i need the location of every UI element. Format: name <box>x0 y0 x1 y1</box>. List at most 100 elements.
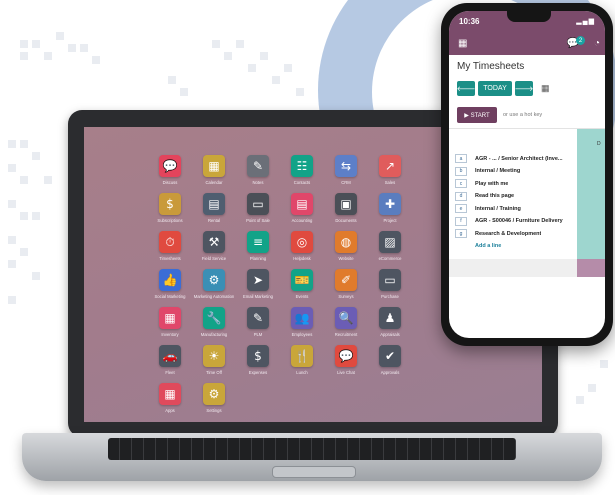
background-pixel <box>44 52 52 60</box>
appraisal-icon: ♟ <box>379 307 401 329</box>
background-pixel <box>32 40 40 48</box>
timesheet-row[interactable]: b Internal / Meeting <box>455 166 577 177</box>
timesheet-row[interactable]: c Play with me <box>455 178 577 189</box>
app-label: Time Off <box>206 370 222 375</box>
background-pixel <box>20 140 28 148</box>
page-title: My Timesheets <box>457 61 525 72</box>
puzzle-icon: ✚ <box>379 193 401 215</box>
activity-clock-icon[interactable]: ◔ <box>594 38 600 49</box>
start-button[interactable]: ▶ START <box>457 107 497 123</box>
app-label: Purchase <box>381 294 399 299</box>
background-pixel <box>180 88 188 96</box>
gear-icon: ⚙ <box>203 269 225 291</box>
app-label: Appraisals <box>380 332 400 337</box>
timesheet-row[interactable]: f AGR - S00046 / Furniture Delivery <box>455 216 577 227</box>
app-label: Expenses <box>248 370 268 375</box>
background-pixel <box>68 44 76 52</box>
app-tile-approvals[interactable]: ✔ Approvals <box>360 345 420 389</box>
timesheet-task-label: Play with me <box>475 180 509 187</box>
background-pixel <box>600 360 608 368</box>
handshake-icon: ⇆ <box>335 155 357 177</box>
app-label: Approvals <box>380 370 400 375</box>
app-label: Email Marketing <box>242 294 274 299</box>
app-label: Inventory <box>161 332 179 337</box>
note-icon: ✎ <box>247 155 269 177</box>
background-pixel <box>8 200 16 208</box>
pos-icon: ▭ <box>247 193 269 215</box>
grid-menu-icon[interactable]: ▦ <box>458 38 467 49</box>
app-label: Subscriptions <box>157 218 183 223</box>
rental-icon: ▤ <box>203 193 225 215</box>
hotkey-badge: g <box>455 229 467 238</box>
hotkey-badge: e <box>455 204 467 213</box>
background-pixel <box>56 32 64 40</box>
thumbs-up-icon: 👍 <box>159 269 181 291</box>
app-label: Notes <box>252 180 264 185</box>
wrench-icon: 🔧 <box>203 307 225 329</box>
hotkey-badge: c <box>455 179 467 188</box>
background-pixel <box>260 52 268 60</box>
timesheet-task-label: AGR - ... / Senior Architect (Inve... <box>475 155 563 162</box>
background-pixel <box>236 40 244 48</box>
background-pixel <box>44 176 52 184</box>
expenses-icon: $ <box>247 345 269 367</box>
background-pixel <box>20 248 28 256</box>
background-pixel <box>576 396 584 404</box>
background-pixel <box>272 76 280 84</box>
background-pixel <box>20 40 28 48</box>
background-pixel <box>224 52 232 60</box>
footer-accent <box>577 259 605 277</box>
timesheet-row[interactable]: a AGR - ... / Senior Architect (Inve... <box>455 153 577 164</box>
background-pixel <box>8 164 16 172</box>
timer-column <box>577 129 605 259</box>
document-icon: ▤ <box>291 193 313 215</box>
app-label: Live Chat <box>337 370 355 375</box>
app-label: Social Marketing <box>154 294 186 299</box>
app-label: Timesheets <box>159 256 181 261</box>
previous-button[interactable]: 🡐 <box>457 81 475 96</box>
car-icon: 🚗 <box>159 345 181 367</box>
app-tile-settings[interactable]: ⚙ Settings <box>184 383 244 422</box>
cutlery-icon: 🍴 <box>291 345 313 367</box>
ticket-icon: 🎫 <box>291 269 313 291</box>
app-label: Project <box>383 218 397 223</box>
add-line-link[interactable]: Add a line <box>475 243 501 249</box>
keyboard <box>108 438 516 460</box>
app-label: CRM <box>341 180 351 185</box>
background-pixel <box>80 44 88 52</box>
calendar-icon[interactable]: ▦ <box>541 83 550 94</box>
app-label: Lunch <box>296 370 308 375</box>
next-button[interactable]: 🡒 <box>515 81 533 96</box>
signal-icon: ▂▄▆ <box>576 18 595 25</box>
today-button[interactable]: TODAY <box>478 81 512 96</box>
app-label: Surveys <box>338 294 354 299</box>
timesheet-task-label: Research & Development <box>475 230 542 237</box>
contact-card-icon: ☷ <box>291 155 313 177</box>
background-pixel <box>8 296 16 304</box>
background-pixel <box>248 64 256 72</box>
clipboard-icon: ✐ <box>335 269 357 291</box>
timesheet-task-label: Read this page <box>475 193 515 199</box>
phone-screen: 10:36 ▂▄▆ ▦ 💬 2 ◔ My Timesheets 🡐 TODAY … <box>449 11 605 338</box>
box-icon: ▦ <box>159 307 181 329</box>
chart-up-icon: ↗ <box>379 155 401 177</box>
background-pixel <box>92 56 100 64</box>
app-label: eCommerce <box>378 256 402 261</box>
timesheet-task-label: Internal / Meeting <box>475 168 521 174</box>
plm-icon: ✎ <box>247 307 269 329</box>
background-pixel <box>32 212 40 220</box>
app-label: Settings <box>206 408 222 413</box>
timesheet-row[interactable]: d Read this page <box>455 191 577 202</box>
app-label: Calendar <box>205 180 223 185</box>
background-pixel <box>8 140 16 148</box>
touchpad <box>272 466 356 478</box>
app-label: Discuss <box>162 180 178 185</box>
phone-notch <box>507 11 551 22</box>
hotkey-badge: a <box>455 154 467 163</box>
timesheet-row[interactable]: g Research & Development <box>455 228 577 239</box>
timesheet-row[interactable]: e Internal / Training <box>455 203 577 214</box>
app-label: Accounting <box>291 218 313 223</box>
app-label: Website <box>338 256 354 261</box>
image-icon: ▨ <box>379 231 401 253</box>
background-pixel <box>284 64 292 72</box>
